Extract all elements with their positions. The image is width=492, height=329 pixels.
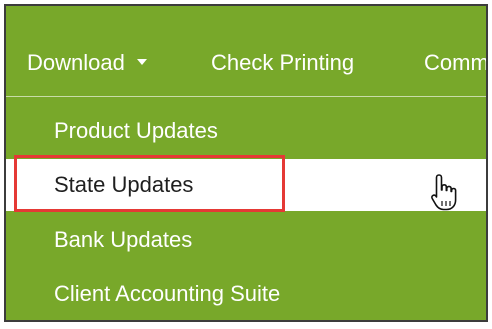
hand-pointer-icon	[431, 174, 457, 211]
menu-item-label: Client Accounting Suite	[54, 281, 281, 306]
caret-down-icon	[136, 59, 147, 66]
nav-download-label: Download	[27, 50, 125, 75]
menu-item-bank-updates[interactable]: Bank Updates	[6, 217, 486, 263]
menu-item-state-updates[interactable]: State Updates	[6, 159, 486, 211]
menu-item-product-updates[interactable]: Product Updates	[6, 108, 486, 154]
menu-item-label: Bank Updates	[54, 227, 193, 252]
nav-comm-truncated[interactable]: Comm	[424, 49, 486, 77]
menu-item-client-accounting-suite[interactable]: Client Accounting Suite	[6, 271, 486, 317]
screenshot-frame: Download Check Printing Comm Product Upd…	[4, 4, 488, 322]
nav-download-menu[interactable]: Download	[27, 49, 147, 77]
menu-item-label: Product Updates	[54, 118, 218, 143]
top-navbar: Download Check Printing Comm	[6, 6, 486, 96]
download-dropdown-menu: Product Updates State Updates Bank Updat…	[6, 97, 486, 320]
nav-check-printing[interactable]: Check Printing	[211, 49, 354, 77]
menu-item-label: State Updates	[54, 172, 194, 197]
